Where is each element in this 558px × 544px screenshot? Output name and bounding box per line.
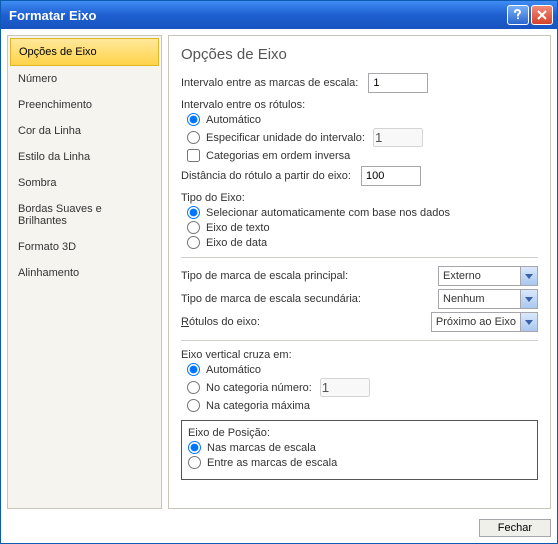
chevron-down-icon [520, 267, 537, 285]
axis-type-text-radio[interactable]: Eixo de texto [187, 221, 538, 234]
interval-labels-specify-input [373, 128, 423, 147]
options-panel: Opções de Eixo Intervalo entre as marcas… [168, 35, 551, 509]
help-button[interactable] [507, 5, 529, 25]
sidebar-item-axis-options[interactable]: Opções de Eixo [10, 38, 159, 66]
interval-marks-row: Intervalo entre as marcas de escala: [181, 73, 538, 93]
axis-labels-row: RRótulos do eixo:ótulos do eixo: Próximo… [181, 312, 538, 332]
interval-marks-input[interactable] [368, 73, 428, 93]
major-tick-row: Tipo de marca de escala principal: Exter… [181, 266, 538, 286]
sidebar-item-line-style[interactable]: Estilo da Linha [10, 144, 159, 170]
cross-max-category-radio[interactable]: Na categoria máxima [187, 399, 538, 412]
cross-label: Eixo vertical cruza em: [181, 349, 538, 361]
interval-labels-label: Intervalo entre os rótulos: [181, 99, 538, 111]
sidebar: Opções de Eixo Número Preenchimento Cor … [7, 35, 162, 509]
titlebar: Formatar Eixo [1, 1, 557, 29]
minor-tick-label: Tipo de marca de escala secundária: [181, 293, 438, 305]
axis-type-label: Tipo do Eixo: [181, 192, 538, 204]
label-distance-input[interactable] [361, 166, 421, 186]
reverse-categories-checkbox[interactable]: Categorias em ordem inversa [187, 149, 538, 162]
axis-type-auto-radio[interactable]: Selecionar automaticamente com base nos … [187, 206, 538, 219]
cross-category-number-radio[interactable]: No categoria número: [187, 378, 538, 397]
window-title: Formatar Eixo [9, 8, 505, 23]
sidebar-item-shadow[interactable]: Sombra [10, 170, 159, 196]
position-on-ticks-radio[interactable]: Nas marcas de escala [188, 441, 531, 454]
close-button[interactable] [531, 5, 553, 25]
sidebar-item-fill[interactable]: Preenchimento [10, 92, 159, 118]
footer: Fechar [1, 515, 557, 543]
sidebar-item-glow[interactable]: Bordas Suaves e Brilhantes [10, 196, 159, 234]
position-between-ticks-radio[interactable]: Entre as marcas de escala [188, 456, 531, 469]
minor-tick-dropdown[interactable]: Nenhum [438, 289, 538, 309]
sidebar-item-alignment[interactable]: Alinhamento [10, 260, 159, 286]
axis-position-group: Eixo de Posição: Nas marcas de escala En… [181, 420, 538, 480]
cross-category-number-input [320, 378, 370, 397]
minor-tick-row: Tipo de marca de escala secundária: Nenh… [181, 289, 538, 309]
major-tick-dropdown[interactable]: Externo [438, 266, 538, 286]
chevron-down-icon [520, 313, 537, 331]
interval-marks-label: Intervalo entre as marcas de escala: [181, 77, 358, 89]
major-tick-label: Tipo de marca de escala principal: [181, 270, 438, 282]
dialog-window: Formatar Eixo Opções de Eixo Número Pree… [0, 0, 558, 544]
axis-labels-label: RRótulos do eixo:ótulos do eixo: [181, 316, 431, 328]
chevron-down-icon [520, 290, 537, 308]
axis-position-label: Eixo de Posição: [188, 427, 531, 439]
panel-heading: Opções de Eixo [181, 46, 538, 63]
sidebar-item-line-color[interactable]: Cor da Linha [10, 118, 159, 144]
close-dialog-button[interactable]: Fechar [479, 519, 551, 537]
cross-auto-radio[interactable]: Automático [187, 363, 538, 376]
interval-labels-specify-radio[interactable]: Especificar unidade do intervalo: [187, 128, 538, 147]
sidebar-item-3d[interactable]: Formato 3D [10, 234, 159, 260]
label-distance-row: Distância do rótulo a partir do eixo: [181, 166, 538, 186]
interval-labels-auto-radio[interactable]: Automático [187, 113, 538, 126]
dialog-body: Opções de Eixo Número Preenchimento Cor … [1, 29, 557, 515]
axis-labels-dropdown[interactable]: Próximo ao Eixo [431, 312, 538, 332]
axis-type-date-radio[interactable]: Eixo de data [187, 236, 538, 249]
label-distance-label: Distância do rótulo a partir do eixo: [181, 170, 351, 182]
sidebar-item-number[interactable]: Número [10, 66, 159, 92]
